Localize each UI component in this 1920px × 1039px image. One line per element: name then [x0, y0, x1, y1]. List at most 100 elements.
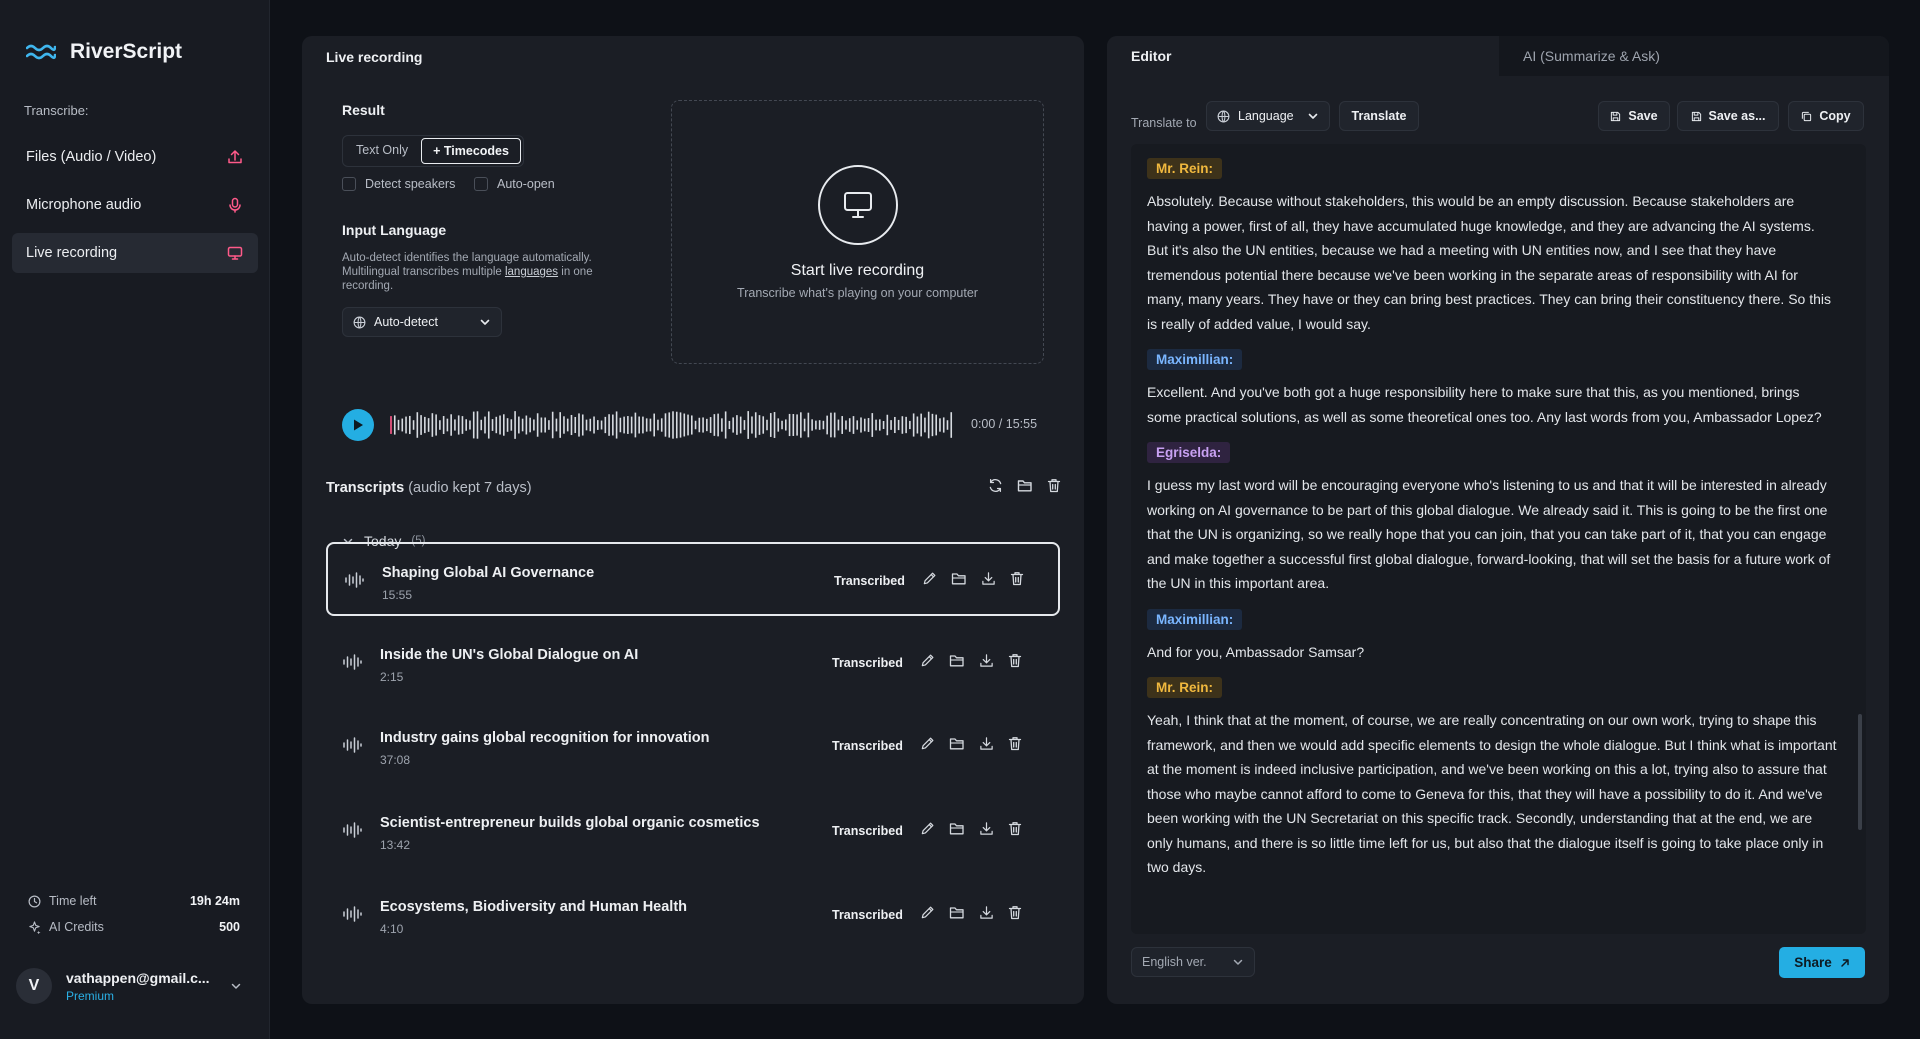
input-language-select[interactable]: Auto-detect: [342, 307, 502, 337]
editor-panel: Editor AI (Summarize & Ask) Translate to…: [1107, 36, 1889, 1004]
download-icon[interactable]: [981, 571, 996, 586]
sidebar-item-files[interactable]: Files (Audio / Video): [12, 137, 258, 177]
trash-icon[interactable]: [1008, 736, 1022, 751]
languages-link[interactable]: languages: [505, 266, 558, 278]
text-only-option[interactable]: Text Only: [345, 138, 419, 164]
transcript-row[interactable]: Scientist-entrepreneur builds global org…: [326, 794, 1060, 868]
detect-speakers-checkbox[interactable]: Detect speakers: [342, 177, 455, 191]
transcript-paragraph[interactable]: Yeah, I think that at the moment, of cou…: [1147, 708, 1837, 880]
edit-icon[interactable]: [920, 821, 935, 836]
translate-button[interactable]: Translate: [1339, 101, 1419, 131]
transcript-duration: 15:55: [382, 588, 413, 602]
download-icon[interactable]: [979, 653, 994, 668]
trash-icon[interactable]: [1008, 653, 1022, 668]
speaker-label[interactable]: Mr. Rein:: [1147, 158, 1223, 179]
timecodes-option[interactable]: + Timecodes: [421, 138, 521, 164]
logo-waves-icon: [26, 43, 56, 61]
transcript-editor[interactable]: Mr. Rein: Absolutely. Because without sta…: [1131, 144, 1866, 934]
folder-icon[interactable]: [949, 653, 965, 668]
refresh-icon[interactable]: [988, 478, 1003, 493]
transcript-status: Transcribed: [832, 656, 903, 670]
time-left-label: Time left: [49, 894, 97, 908]
transcript-title: Scientist-entrepreneur builds global org…: [380, 815, 760, 831]
audio-wave-icon: [342, 822, 362, 838]
download-icon[interactable]: [979, 736, 994, 751]
upload-icon: [226, 148, 244, 166]
edit-icon[interactable]: [922, 571, 937, 586]
editor-scrollbar[interactable]: [1858, 714, 1862, 830]
ai-credits-value: 500: [219, 920, 240, 934]
chevron-down-icon: [1307, 110, 1319, 122]
transcript-paragraph[interactable]: I guess my last word will be encouraging…: [1147, 473, 1837, 596]
transcript-row[interactable]: Industry gains global recognition for in…: [326, 709, 1060, 783]
ai-credits-label: AI Credits: [49, 920, 104, 934]
save-button[interactable]: Save: [1598, 101, 1670, 131]
editor-tabs: Editor AI (Summarize & Ask): [1107, 36, 1889, 76]
row-actions: [922, 571, 1024, 586]
transcript-row[interactable]: Inside the UN's Global Dialogue on AI 2:1…: [326, 626, 1060, 700]
brand[interactable]: RiverScript: [26, 40, 182, 64]
speaker-label[interactable]: Maximillian:: [1147, 608, 1243, 630]
transcript-paragraph[interactable]: And for you, Ambassador Samsar?: [1147, 640, 1837, 665]
result-toggle: Text Only + Timecodes: [342, 135, 524, 167]
transcript-paragraph[interactable]: Absolutely. Because without stakeholders…: [1147, 189, 1837, 336]
row-actions: [920, 653, 1022, 668]
folder-icon[interactable]: [949, 821, 965, 836]
speaker-label[interactable]: Maximillian:: [1147, 349, 1243, 370]
tab-ai-summarize-ask[interactable]: AI (Summarize & Ask): [1499, 36, 1889, 76]
speaker-label[interactable]: Egriselda:: [1147, 442, 1231, 463]
transcript-row[interactable]: Ecosystems, Biodiversity and Human Healt…: [326, 878, 1060, 952]
sidebar-item-microphone[interactable]: Microphone audio: [12, 185, 258, 225]
microphone-icon: [226, 196, 244, 214]
share-button[interactable]: Share: [1779, 947, 1865, 978]
checkbox-box[interactable]: [474, 177, 488, 191]
speaker-label[interactable]: Mr. Rein:: [1147, 677, 1223, 698]
version-select[interactable]: English ver.: [1131, 947, 1255, 977]
input-language-label: Input Language: [342, 222, 447, 238]
folder-icon[interactable]: [951, 571, 967, 586]
copy-button[interactable]: Copy: [1788, 101, 1864, 131]
translate-language-select[interactable]: Language: [1206, 101, 1330, 131]
sidebar-item-label: Files (Audio / Video): [26, 149, 157, 165]
transcript-status: Transcribed: [832, 824, 903, 838]
result-label: Result: [342, 102, 385, 118]
audio-waveform[interactable]: [390, 410, 956, 440]
trash-icon[interactable]: [1008, 821, 1022, 836]
sidebar-item-live-recording[interactable]: Live recording: [12, 233, 258, 273]
start-recording-dropzone[interactable]: Start live recording Transcribe what's p…: [671, 100, 1044, 364]
trash-icon[interactable]: [1008, 905, 1022, 920]
auto-open-checkbox[interactable]: Auto-open: [474, 177, 555, 191]
edit-icon[interactable]: [920, 905, 935, 920]
transcript-row[interactable]: Shaping Global AI Governance 15:55 Transcr…: [326, 542, 1060, 616]
sidebar-item-label: Live recording: [26, 245, 118, 261]
user-email: vathappen@gmail.c...: [66, 969, 210, 986]
sidebar: RiverScript Transcribe: Files (Audio / V…: [0, 0, 270, 1039]
transcripts-title: Transcripts: [326, 480, 405, 496]
trash-icon[interactable]: [1010, 571, 1024, 586]
chevron-down-icon: [230, 980, 242, 992]
row-actions: [920, 905, 1022, 920]
transcript-title: Shaping Global AI Governance: [382, 565, 595, 581]
folder-icon[interactable]: [949, 736, 965, 751]
tab-editor[interactable]: Editor: [1107, 36, 1499, 76]
monitor-icon: [818, 165, 898, 245]
download-icon[interactable]: [979, 905, 994, 920]
transcript-content: Mr. Rein: Absolutely. Because without sta…: [1147, 158, 1837, 893]
transcript-paragraph[interactable]: Excellent. And you've both got a huge re…: [1147, 380, 1837, 429]
live-recording-panel: Live recording Result Text Only + Timeco…: [302, 36, 1084, 1004]
detect-speakers-label: Detect speakers: [365, 177, 456, 191]
download-icon[interactable]: [979, 821, 994, 836]
transcript-status: Transcribed: [832, 739, 903, 753]
play-icon: [354, 419, 363, 431]
edit-icon[interactable]: [920, 736, 935, 751]
save-as-button[interactable]: Save as...: [1677, 101, 1779, 131]
audio-wave-icon: [342, 737, 362, 753]
edit-icon[interactable]: [920, 653, 935, 668]
transcribe-section-label: Transcribe:: [24, 103, 89, 118]
open-folder-icon[interactable]: [1017, 478, 1033, 493]
user-menu[interactable]: V vathappen@gmail.c... Premium: [16, 968, 242, 1004]
play-button[interactable]: [342, 409, 374, 441]
folder-icon[interactable]: [949, 905, 965, 920]
trash-icon[interactable]: [1047, 478, 1061, 493]
checkbox-box[interactable]: [342, 177, 356, 191]
